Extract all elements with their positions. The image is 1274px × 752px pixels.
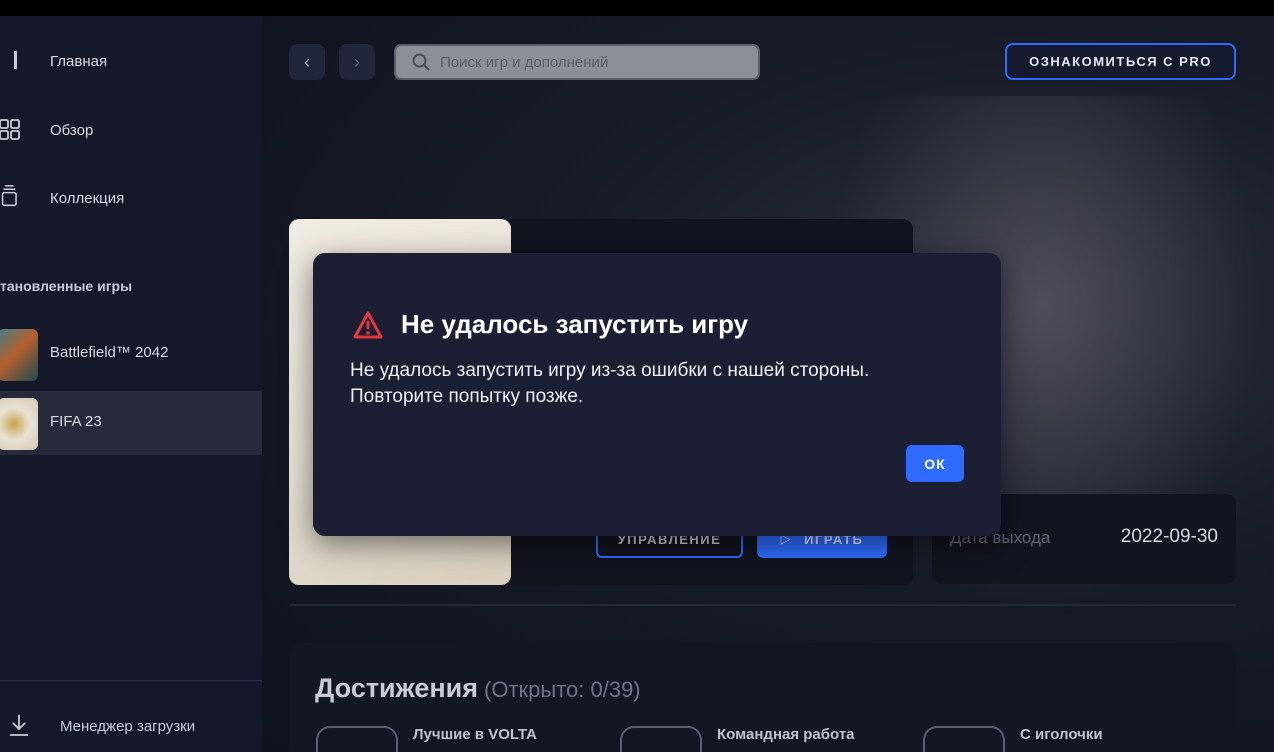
search-input[interactable] <box>440 53 740 71</box>
dialog-message-line: Не удалось запустить игру из-за ошибки с… <box>350 360 870 381</box>
achievements-section: Достижения (Открыто: 0/39) Лучшие в VOLTA… <box>289 643 1236 752</box>
sidebar-item-browse[interactable]: Обзор <box>0 110 262 150</box>
sidebar-item-home[interactable]: Главная <box>0 41 262 81</box>
sidebar: Главная Обзор Коллекция тановленные игры… <box>0 16 262 752</box>
sidebar-item-label: Обзор <box>50 121 94 139</box>
achievement-item[interactable]: С иголочки <box>923 726 1183 752</box>
achievements-count: (Открыто: 0/39) <box>484 677 641 702</box>
sidebar-game-battlefield[interactable]: Battlefield™ 2042 <box>0 322 262 386</box>
dialog-message: Не удалось запустить игру из-за ошибки с… <box>350 358 970 410</box>
achievement-item[interactable]: Командная работа <box>620 726 880 752</box>
sidebar-item-label: Главная <box>50 52 108 70</box>
sidebar-divider <box>0 680 262 681</box>
ok-button[interactable]: ОК <box>906 445 964 482</box>
browse-grid-icon <box>0 119 20 140</box>
battlefield-thumbnail <box>0 329 38 381</box>
download-icon <box>10 715 28 736</box>
back-button[interactable]: ‹ <box>289 44 325 80</box>
sidebar-item-collection[interactable]: Коллекция <box>0 178 262 218</box>
warning-icon <box>353 311 383 338</box>
chevron-right-icon: › <box>354 51 360 72</box>
section-divider <box>289 604 1236 606</box>
dialog-message-line: Повторите попытку позже. <box>350 386 584 407</box>
download-manager-button[interactable]: Менеджер загрузки <box>0 706 262 746</box>
achievement-badge-icon <box>923 726 1005 752</box>
search-box[interactable] <box>394 44 760 80</box>
installed-games-heading: тановленные игры <box>0 278 133 294</box>
dialog-title: Не удалось запустить игру <box>401 309 749 339</box>
achievements-heading: Достижения (Открыто: 0/39) <box>315 673 641 704</box>
pro-button[interactable]: ОЗНАКОМИТЬСЯ С PRO <box>1005 43 1236 80</box>
achievement-name: С иголочки <box>1020 726 1103 743</box>
release-date-value: 2022-09-30 <box>1120 526 1218 547</box>
achievement-name: Лучшие в VOLTA <box>413 726 537 743</box>
sidebar-game-label: Battlefield™ 2042 <box>50 344 169 361</box>
sidebar-item-label: Коллекция <box>50 189 125 207</box>
achievement-name: Командная работа <box>717 726 855 743</box>
error-dialog: Не удалось запустить игру Не удалось зап… <box>313 253 1001 536</box>
sidebar-game-label: FIFA 23 <box>50 413 102 430</box>
fifa-thumbnail <box>0 398 38 450</box>
download-manager-label: Менеджер загрузки <box>60 718 196 735</box>
forward-button[interactable]: › <box>339 44 375 80</box>
window-top-bar <box>0 0 1274 16</box>
achievement-badge-icon <box>316 726 398 752</box>
sidebar-game-fifa[interactable]: FIFA 23 <box>0 391 262 455</box>
search-icon <box>412 53 430 71</box>
achievement-badge-icon <box>620 726 702 752</box>
achievements-title: Достижения <box>315 673 479 703</box>
home-icon <box>14 51 17 69</box>
dialog-header: Не удалось запустить игру <box>353 309 748 340</box>
achievement-item[interactable]: Лучшие в VOLTA <box>316 726 576 752</box>
collection-icon <box>1 185 17 207</box>
chevron-left-icon: ‹ <box>304 51 310 72</box>
